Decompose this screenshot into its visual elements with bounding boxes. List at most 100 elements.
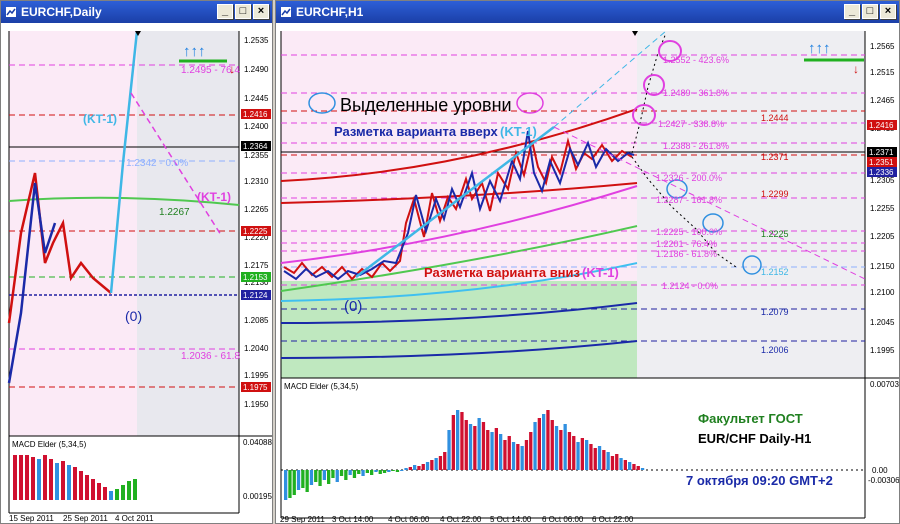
date-tick: 6 Oct 06:00 <box>542 515 584 523</box>
price-tick: 1.2305 <box>870 176 895 185</box>
close-button[interactable]: × <box>880 4 896 19</box>
macd-bar <box>460 412 464 470</box>
zero-label: (0) <box>344 298 362 315</box>
macd-bar <box>301 470 305 488</box>
price-tick: 1.2310 <box>244 177 269 186</box>
fib-label: 1.2124 - 0.0% <box>662 281 718 291</box>
macd-bar <box>567 432 572 470</box>
note-pair: EUR/CHF Daily-H1 <box>698 431 811 446</box>
price-tag: 1.2416 <box>243 110 268 119</box>
price-tick: 1.2255 <box>870 204 895 213</box>
macd-bar <box>352 470 357 478</box>
macd-bar <box>292 470 296 495</box>
date-tick: 4 Oct 2011 <box>115 514 154 523</box>
price-tag: 1.2153 <box>243 273 268 282</box>
price-tag: 1.2371 <box>869 148 894 157</box>
fib-label: 1.2388 - 261.8% <box>663 141 729 151</box>
macd-bar <box>580 438 584 470</box>
price-tick: 1.2100 <box>870 288 895 297</box>
h1-chart[interactable]: Выделенные уровни Разметка варианта ввер… <box>276 23 899 523</box>
level-label: 1.2267 <box>159 207 190 218</box>
macd-bar <box>288 470 292 498</box>
macd-bar <box>374 470 378 472</box>
price-tick: 1.2175 <box>244 261 269 270</box>
fib-label: 1.2287 - 161.8% <box>656 195 722 205</box>
price-tag: 1.2225 <box>243 227 268 236</box>
macd-bar <box>602 450 606 470</box>
macd-bar <box>589 444 593 470</box>
macd-bar <box>572 436 576 470</box>
green-zone <box>281 281 637 378</box>
macd-bar <box>309 470 314 485</box>
macd-tick: -0.00306 <box>868 476 899 485</box>
price-tag: 1.2124 <box>243 291 268 300</box>
price-tag: 1.2416 <box>869 121 894 130</box>
kt-down-label: (KT-1) <box>197 190 231 204</box>
macd-bar <box>378 470 382 474</box>
macd-bar <box>490 432 494 470</box>
level-label: 1.2036 - 61.8 <box>181 351 240 362</box>
daily-chart[interactable]: 1.2495 - 76.4 1.2342 - 0.0% 1.2267 1.203… <box>1 23 272 523</box>
level-value: 1.2299 <box>761 189 789 199</box>
macd-bar <box>597 446 602 470</box>
macd-bar <box>473 426 477 470</box>
macd-bar <box>408 467 412 470</box>
macd-bar <box>559 430 563 470</box>
date-tick: 3 Oct 14:00 <box>332 515 374 523</box>
note-date: 7 октября 09:20 GMT+2 <box>686 473 833 488</box>
fib-label: 1.2427 - 338.8% <box>658 119 724 129</box>
macd-bar <box>550 420 554 470</box>
macd-bar <box>537 418 541 470</box>
close-button[interactable]: × <box>253 4 269 19</box>
arrows-up-icon: ↑↑↑ <box>183 43 206 60</box>
macd-bar <box>632 464 636 470</box>
macd-bar <box>456 410 460 470</box>
chart-icon <box>281 7 291 17</box>
title-bar[interactable]: EURCHF,H1 _ □ × <box>276 1 899 23</box>
macd-bar <box>554 426 559 470</box>
date-tick: 6 Oct 22:00 <box>592 515 634 523</box>
price-tick: 1.2445 <box>244 94 269 103</box>
macd-bar <box>628 462 632 470</box>
price-tick: 1.2535 <box>244 36 269 45</box>
macd-bar <box>348 470 352 475</box>
minimize-button[interactable]: _ <box>844 4 860 19</box>
macd-bar <box>425 462 430 470</box>
fib-label: 1.2225 - 100.0% <box>656 227 722 237</box>
macd-bar <box>417 466 421 470</box>
title-bar[interactable]: EURCHF,Daily _ □ × <box>1 1 272 23</box>
price-tick: 1.2565 <box>870 42 895 51</box>
macd-bar <box>623 460 627 470</box>
macd-bar <box>335 470 339 482</box>
minimize-button[interactable]: _ <box>217 4 233 19</box>
fib-label: 1.2201 - 76.4% <box>656 239 717 249</box>
date-tick: 25 Sep 2011 <box>63 514 108 523</box>
price-tick: 1.2355 <box>244 151 269 160</box>
price-tag: 1.2364 <box>243 142 268 151</box>
window-title: EURCHF,H1 <box>296 5 364 19</box>
price-tick: 1.2150 <box>870 262 895 271</box>
macd-tick: 0.00195 <box>243 492 272 501</box>
window-eurchf-daily: EURCHF,Daily _ □ × 1.2495 - 76.4 1.2342 … <box>0 0 273 524</box>
macd-bar <box>344 470 348 480</box>
macd-bar <box>305 470 309 492</box>
macd-bar <box>451 415 455 470</box>
level-value: 1.2371 <box>761 152 789 162</box>
macd-bar <box>520 446 524 470</box>
date-tick: 4 Oct 06:00 <box>388 515 430 523</box>
window-eurchf-h1: EURCHF,H1 _ □ × Выделенные уровни Размет… <box>275 0 900 524</box>
macd-tick: 0.00 <box>872 466 888 475</box>
date-tick: 5 Oct 14:00 <box>490 515 532 523</box>
macd-bar <box>563 424 567 470</box>
price-tick: 1.1995 <box>244 371 269 380</box>
legend-text: Выделенные уровни <box>340 95 512 115</box>
price-tag: 1.2351 <box>869 158 894 167</box>
maximize-button[interactable]: □ <box>235 4 251 19</box>
macd-bar <box>529 432 533 470</box>
price-tick: 1.2400 <box>244 122 269 131</box>
macd-bar <box>503 440 507 470</box>
macd-bar <box>365 470 369 473</box>
maximize-button[interactable]: □ <box>862 4 878 19</box>
macd-bar <box>361 470 365 476</box>
macd-bar <box>357 470 361 474</box>
